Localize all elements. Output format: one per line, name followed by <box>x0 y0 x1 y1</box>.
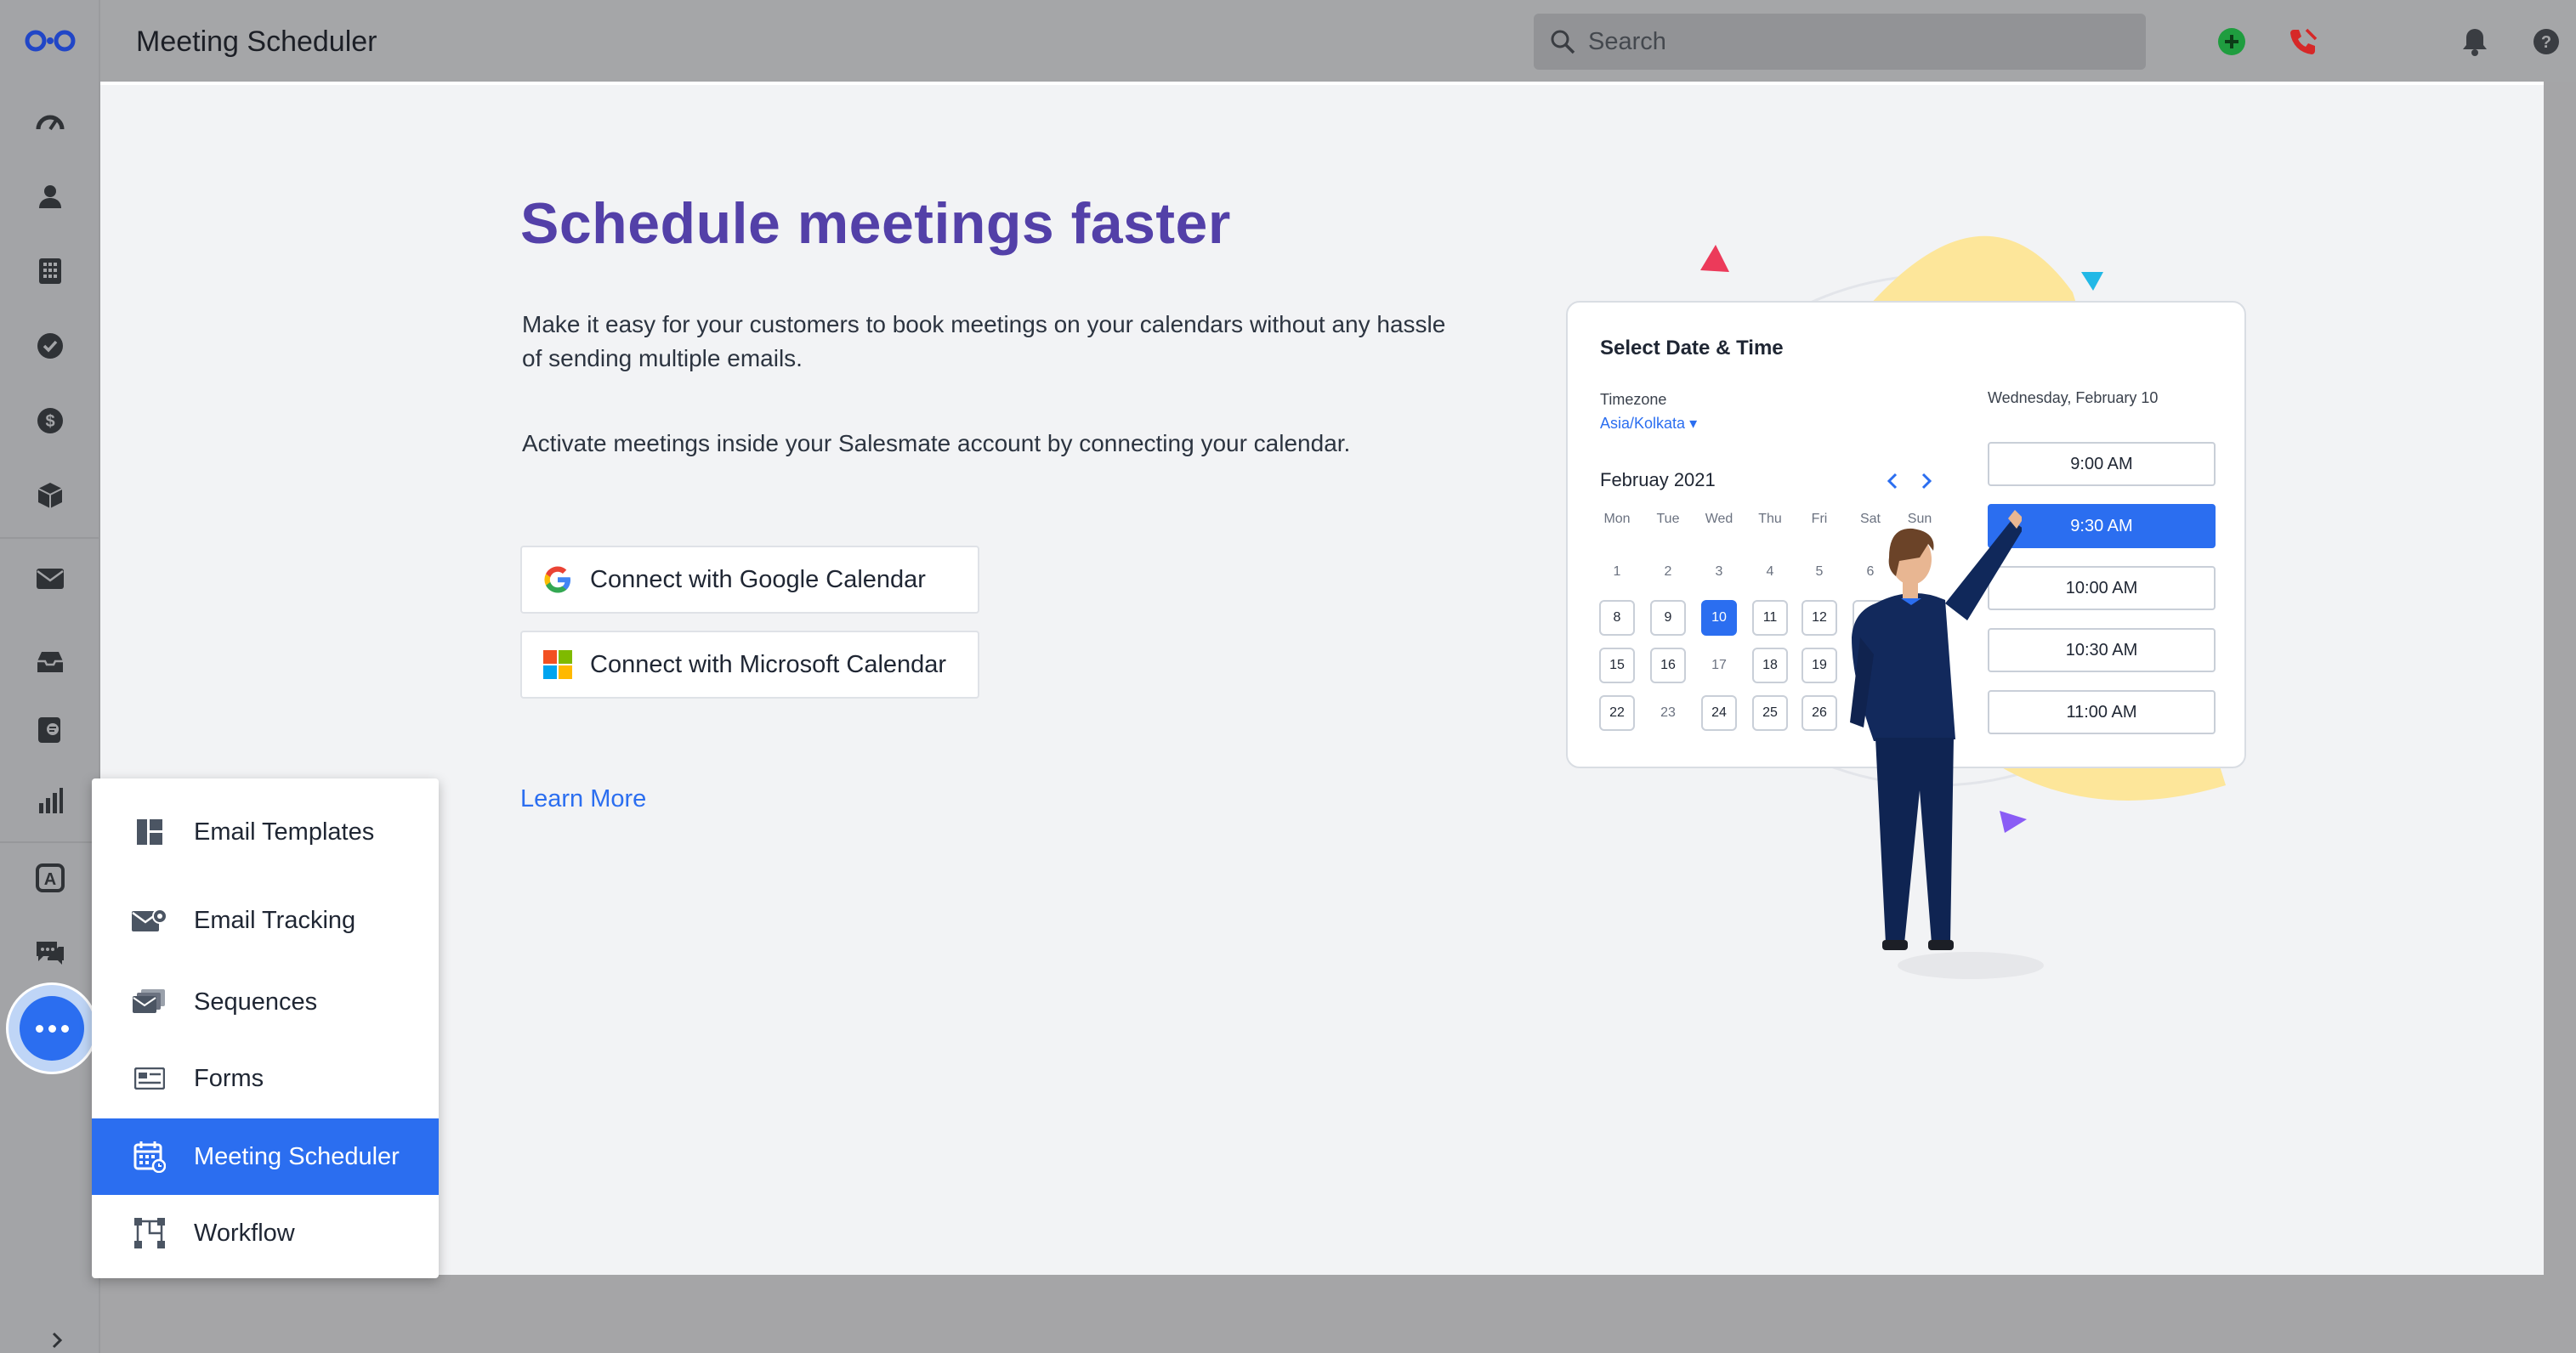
activate-paragraph: Activate meetings inside your Salesmate … <box>522 430 1351 456</box>
menu-item-label: Sequences <box>194 988 318 1016</box>
chat-icon[interactable] <box>32 714 68 750</box>
menu-item-forms[interactable]: Forms <box>92 1040 439 1117</box>
timezone-value: Asia/Kolkata ▾ <box>1600 415 1698 432</box>
svg-text:?: ? <box>2541 33 2551 52</box>
calendar-day: 1 <box>1599 554 1635 590</box>
google-icon <box>541 563 575 597</box>
calendar-day: 3 <box>1701 554 1737 590</box>
more-apps-button[interactable] <box>6 982 98 1074</box>
menu-item-email-templates[interactable]: Email Templates <box>92 794 439 870</box>
calendar-day: 15 <box>1599 648 1635 683</box>
headline: Schedule meetings faster <box>520 191 1231 256</box>
weekday-label: Wed <box>1705 512 1733 526</box>
weekday-label: Tue <box>1656 512 1680 526</box>
menu-item-label: Workflow <box>194 1219 295 1247</box>
caret-down-icon: ▾ <box>1689 415 1698 432</box>
menu-item-workflow[interactable]: Workflow <box>92 1195 439 1271</box>
calendar-day: 16 <box>1650 648 1686 683</box>
time-slot: 9:00 AM <box>1988 442 2216 486</box>
products-icon[interactable] <box>32 478 68 513</box>
time-slot: 11:00 AM <box>1988 690 2216 734</box>
selected-date-label: Wednesday, February 10 <box>1988 389 2159 406</box>
reports-icon[interactable] <box>32 784 68 819</box>
connect-microsoft-button[interactable]: Connect with Microsoft Calendar <box>520 631 979 699</box>
calendar-day: 23 <box>1650 695 1686 731</box>
left-nav-rail: $ A <box>0 0 100 1353</box>
email-icon[interactable] <box>32 561 68 597</box>
calendar-day: 17 <box>1701 648 1737 683</box>
companies-icon[interactable] <box>32 253 68 289</box>
more-apps-menu: Email Templates Email Tracking Sequences… <box>92 778 439 1278</box>
menu-item-label: Forms <box>194 1064 264 1092</box>
calendar-day: 25 <box>1752 695 1788 731</box>
tasks-icon[interactable] <box>32 328 68 364</box>
weekday-label: Thu <box>1758 512 1782 526</box>
menu-item-meeting-scheduler[interactable]: Meeting Scheduler <box>92 1118 439 1195</box>
calendar-day: 9 <box>1650 600 1686 636</box>
calendar-day: 8 <box>1599 600 1635 636</box>
inbox-icon[interactable] <box>32 644 68 680</box>
search-icon <box>1551 30 1575 54</box>
calendar-day: 4 <box>1752 554 1788 590</box>
sequences-icon <box>131 983 168 1021</box>
help-icon[interactable]: ? <box>2530 25 2562 58</box>
man-pointing-illustration <box>1850 510 2022 950</box>
connect-microsoft-label: Connect with Microsoft Calendar <box>590 650 947 678</box>
calendar-day: 11 <box>1752 600 1788 636</box>
calendar-day: 2 <box>1650 554 1686 590</box>
rail-divider <box>0 537 99 539</box>
menu-item-sequences[interactable]: Sequences <box>92 964 439 1040</box>
main-content: Schedule meetings faster Make it easy fo… <box>100 82 2544 1275</box>
calendar-day: 22 <box>1599 695 1635 731</box>
messages-icon[interactable] <box>32 935 68 971</box>
timezone-label: Timezone <box>1600 391 1667 408</box>
time-slot-selected: 9:30 AM <box>1988 504 2216 548</box>
salesmate-logo-icon[interactable] <box>20 24 80 58</box>
svg-text:$: $ <box>45 412 54 431</box>
search-box[interactable] <box>1534 14 2146 70</box>
scheduler-illustration: Select Date & Time Timezone Asia/Kolkata… <box>1461 190 2396 1074</box>
contacts-icon[interactable] <box>32 178 68 214</box>
more-icon <box>20 996 84 1061</box>
bell-icon[interactable] <box>2459 25 2491 58</box>
search-input[interactable] <box>1588 27 2098 56</box>
email-tracking-icon <box>131 902 168 939</box>
svg-text:A: A <box>44 870 56 889</box>
calendar-day-selected: 10 <box>1701 600 1737 636</box>
learn-more-link[interactable]: Learn More <box>520 785 646 813</box>
phone-missed-icon[interactable] <box>2287 25 2319 58</box>
menu-item-label: Email Templates <box>194 818 375 846</box>
intro-paragraph: Make it easy for your customers to book … <box>522 311 1446 371</box>
menu-item-email-tracking[interactable]: Email Tracking <box>92 882 439 959</box>
deals-icon[interactable]: $ <box>32 403 68 439</box>
menu-item-label: Meeting Scheduler <box>194 1142 400 1170</box>
microsoft-icon <box>541 648 575 682</box>
booking-title: Select Date & Time <box>1600 337 1784 359</box>
rail-divider <box>0 841 99 843</box>
calendar-icon <box>131 1138 168 1175</box>
calendar-day: 18 <box>1752 648 1788 683</box>
time-slot: 10:30 AM <box>1988 628 2216 672</box>
automation-icon[interactable]: A <box>32 860 68 896</box>
calendar-month: Februay 2021 <box>1600 469 1716 490</box>
top-header: Meeting Scheduler ? <box>100 0 2576 82</box>
templates-icon <box>131 813 168 851</box>
dashboard-icon[interactable] <box>32 105 68 141</box>
month-nav-icons <box>1887 473 1932 490</box>
forms-icon <box>131 1060 168 1097</box>
connect-google-label: Connect with Google Calendar <box>590 565 926 593</box>
connect-google-button[interactable]: Connect with Google Calendar <box>520 546 979 614</box>
time-slot: 10:00 AM <box>1988 566 2216 610</box>
calendar-day: 24 <box>1701 695 1737 731</box>
weekday-label: Mon <box>1603 512 1631 526</box>
workflow-icon <box>131 1214 168 1252</box>
page-title: Meeting Scheduler <box>136 25 377 58</box>
add-icon[interactable] <box>2216 25 2248 58</box>
menu-item-label: Email Tracking <box>194 906 356 934</box>
expand-rail-icon[interactable] <box>48 1331 66 1350</box>
